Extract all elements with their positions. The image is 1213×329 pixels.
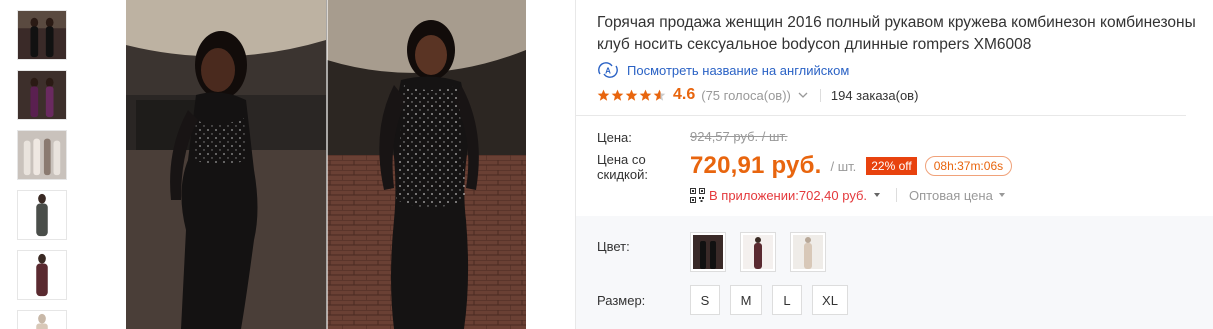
per-unit: / шт. (830, 158, 857, 174)
size-label: Размер: (597, 293, 646, 308)
color-swatch-1[interactable] (690, 232, 726, 272)
discount-price-label: Цена со скидкой: (597, 152, 648, 182)
thumbnail-5[interactable] (17, 250, 67, 300)
countdown-timer: 08h:37m:06s (924, 156, 1013, 176)
svg-text:A: A (605, 67, 611, 76)
star-icon (625, 89, 638, 101)
main-product-image[interactable] (126, 0, 526, 329)
rating-row: 4.6 (75 голоса(ов)) 194 заказа(ов) (597, 86, 918, 104)
caret-down-icon[interactable] (872, 190, 882, 200)
color-swatch-3[interactable] (790, 232, 826, 272)
star-icon (639, 89, 652, 101)
size-option-l[interactable]: L (772, 285, 802, 315)
price-block: Цена: 924,57 руб. / шт. Цена со скидкой:… (576, 115, 1213, 215)
rating-value: 4.6 (673, 86, 696, 103)
thumbnail-gallery (0, 0, 88, 329)
size-option-s[interactable]: S (690, 285, 720, 315)
caret-down-icon[interactable] (997, 190, 1007, 200)
votes-count[interactable]: (75 голоса(ов)) (701, 88, 791, 103)
star-icon (611, 89, 624, 101)
size-option-xl[interactable]: XL (812, 285, 848, 315)
product-page: Горячая продажа женщин 2016 полный рукав… (0, 0, 1213, 329)
qr-code-icon (690, 187, 705, 203)
discount-badge: 22% off (866, 157, 917, 175)
divider (819, 88, 821, 102)
product-title: Горячая продажа женщин 2016 полный рукав… (597, 14, 1196, 53)
options-block: Цвет: Размер: S M L XL (576, 216, 1213, 329)
thumbnail-2[interactable] (17, 70, 67, 120)
color-label: Цвет: (597, 239, 630, 254)
new-price-row: 720,91 руб. / шт. 22% off 08h:37m:06s (690, 151, 1013, 181)
divider (896, 188, 898, 202)
old-price: 924,57 руб. / шт. (690, 129, 788, 144)
chevron-down-icon[interactable] (796, 88, 810, 102)
color-swatch-2[interactable] (740, 232, 776, 272)
rating-stars (597, 89, 667, 102)
app-price[interactable]: В приложении:702,40 руб. (709, 188, 867, 203)
translate-title-link[interactable]: A Посмотреть название на английском (597, 62, 849, 78)
app-price-row: В приложении:702,40 руб. Оптовая цена (690, 186, 1021, 204)
half-star-icon (653, 89, 666, 101)
thumbnail-4[interactable] (17, 190, 67, 240)
translate-link-text[interactable]: Посмотреть название на английском (627, 63, 849, 78)
wholesale-price-link[interactable]: Оптовая цена (909, 188, 993, 203)
new-price: 720,91 руб. (690, 152, 822, 179)
translate-icon: A (597, 62, 619, 78)
price-label: Цена: (597, 130, 632, 145)
orders-count: 194 заказа(ов) (830, 87, 919, 103)
thumbnail-6[interactable] (17, 310, 67, 329)
thumbnail-3[interactable] (17, 130, 67, 180)
product-info: Горячая продажа женщин 2016 полный рукав… (576, 0, 1213, 329)
size-option-m[interactable]: M (730, 285, 762, 315)
star-icon (597, 89, 610, 101)
thumbnail-1[interactable] (17, 10, 67, 60)
